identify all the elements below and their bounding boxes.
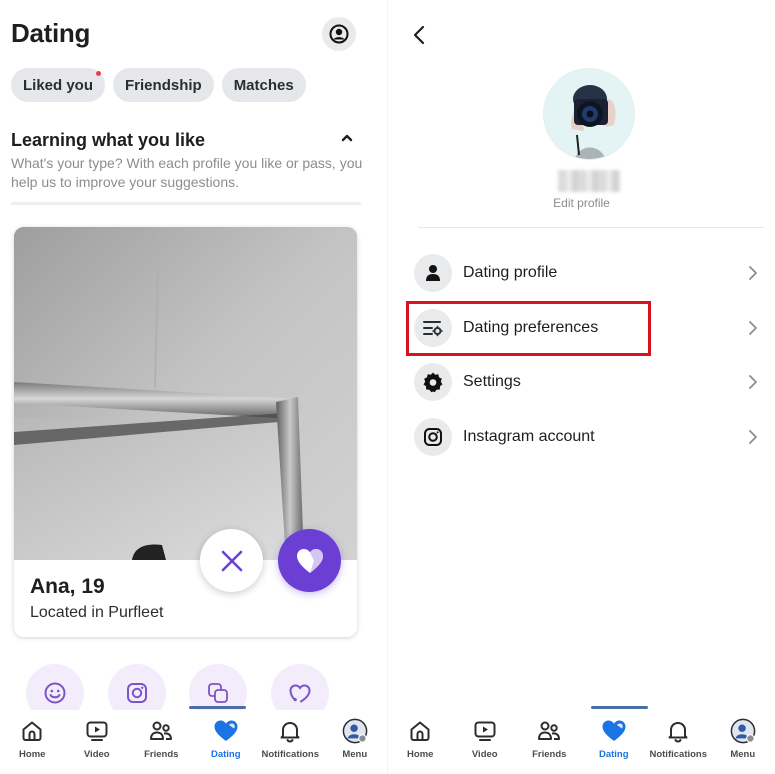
chip-label: Friendship: [125, 76, 202, 94]
edit-profile-link[interactable]: Edit profile: [388, 196, 775, 210]
nav-video[interactable]: Video: [453, 710, 518, 774]
dating-home-screen: Dating Liked you Friendship Matches Lear…: [0, 0, 387, 774]
chevron-right-icon: [749, 375, 757, 390]
overlap-squares-icon: [208, 683, 228, 703]
nav-label: Notifications: [649, 749, 708, 760]
home-icon: [19, 718, 45, 744]
friends-icon: [536, 718, 562, 744]
filter-chips: Liked you Friendship Matches: [11, 68, 306, 102]
learning-description: What's your type? With each profile you …: [11, 155, 363, 190]
home-icon: [407, 718, 433, 744]
chip-liked-you[interactable]: Liked you: [11, 68, 106, 102]
menu-item-dating-preferences[interactable]: Dating preferences: [388, 301, 775, 356]
section-divider: [11, 202, 361, 205]
dating-heart-icon: [601, 718, 627, 744]
user-circle-icon: [329, 24, 349, 44]
nav-dating[interactable]: Dating: [194, 710, 259, 774]
chip-label: Matches: [233, 76, 294, 94]
nav-notifications[interactable]: Notifications: [646, 710, 711, 774]
menu-item-dating-profile[interactable]: Dating profile: [388, 246, 775, 301]
nav-menu[interactable]: Menu: [323, 710, 388, 774]
nav-label: Dating: [598, 749, 629, 760]
chevron-left-icon[interactable]: [410, 24, 430, 46]
nav-label: Home: [19, 749, 46, 760]
nav-menu[interactable]: Menu: [711, 710, 775, 774]
avatar-photo: [544, 69, 634, 159]
nav-label: Video: [83, 749, 110, 760]
menu-item-instagram-account[interactable]: Instagram account: [388, 410, 775, 465]
avatar-icon: [730, 718, 756, 744]
learning-title: Learning what you like: [11, 130, 206, 150]
nav-notifications[interactable]: Notifications: [258, 710, 323, 774]
gear-icon: [414, 363, 452, 402]
notification-dot: [96, 71, 102, 76]
profile-avatar[interactable]: [543, 68, 635, 160]
dating-heart-icon: [213, 718, 239, 744]
photo-image: [14, 227, 357, 560]
video-icon: [472, 718, 498, 744]
menu-label: Dating profile: [463, 264, 558, 282]
quick-actions: [0, 664, 387, 722]
bell-icon: [277, 718, 303, 744]
chip-label: Liked you: [23, 76, 94, 94]
nav-video[interactable]: Video: [65, 710, 130, 774]
avatar-icon: [342, 718, 368, 744]
nav-label: Menu: [342, 749, 368, 760]
menu-item-settings[interactable]: Settings: [388, 355, 775, 410]
nav-label: Dating: [210, 749, 241, 760]
section-divider: [418, 227, 764, 228]
bottom-navigation: Home Video Friends Dating Notifications: [388, 710, 775, 774]
nav-label: Menu: [730, 749, 756, 760]
active-tab-indicator: [591, 706, 648, 709]
nav-label: Notifications: [261, 749, 320, 760]
instagram-icon: [414, 417, 452, 456]
chip-friendship[interactable]: Friendship: [113, 68, 214, 102]
page-title: Dating: [11, 18, 91, 48]
preferences-icon: [414, 308, 452, 347]
heart-outline-icon: [289, 684, 311, 703]
nav-dating[interactable]: Dating: [582, 710, 647, 774]
smiley-icon: [44, 682, 66, 704]
nav-friends[interactable]: Friends: [517, 710, 582, 774]
friends-icon: [148, 718, 174, 744]
pass-button[interactable]: [200, 529, 263, 592]
bell-icon: [665, 718, 691, 744]
active-tab-indicator: [189, 706, 246, 709]
profile-photo: [14, 227, 357, 560]
chip-matches[interactable]: Matches: [221, 68, 306, 102]
menu-label: Settings: [463, 373, 521, 391]
nav-friends[interactable]: Friends: [129, 710, 194, 774]
nav-home[interactable]: Home: [0, 710, 65, 774]
video-icon: [84, 718, 110, 744]
nav-home[interactable]: Home: [388, 710, 453, 774]
chevron-right-icon: [749, 266, 757, 281]
like-button[interactable]: [278, 529, 341, 592]
person-icon: [414, 254, 452, 293]
nav-label: Video: [471, 749, 498, 760]
profile-name-age: Ana, 19: [30, 575, 105, 598]
menu-label: Dating preferences: [463, 318, 599, 336]
username-redacted: [558, 170, 620, 192]
bottom-navigation: Home Video Friends Dating Notifications: [0, 710, 387, 774]
profile-button[interactable]: [322, 17, 356, 51]
heart-icon: [296, 548, 323, 573]
profile-location: Located in Purfleet: [30, 604, 164, 621]
close-icon: [221, 550, 242, 571]
chevron-up-icon[interactable]: [340, 131, 354, 145]
menu-label: Instagram account: [463, 427, 595, 445]
dating-menu-list: Dating profile Dating preferences Settin…: [388, 246, 775, 464]
nav-label: Friends: [532, 749, 567, 760]
nav-label: Friends: [144, 749, 179, 760]
instagram-icon: [127, 683, 147, 703]
dating-menu-screen: Edit profile Dating profile Dating prefe…: [388, 0, 775, 774]
chevron-right-icon: [749, 429, 757, 444]
nav-label: Home: [407, 749, 434, 760]
chevron-right-icon: [749, 320, 757, 335]
